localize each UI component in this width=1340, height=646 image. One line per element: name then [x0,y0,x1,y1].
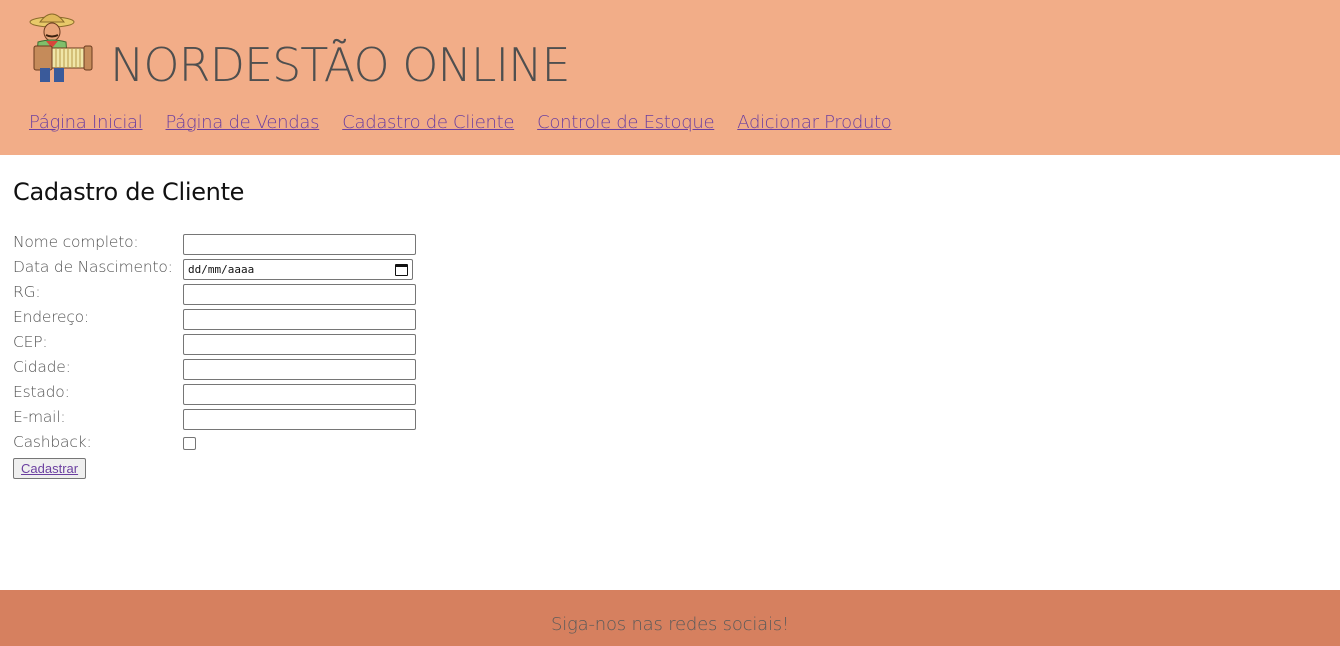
cep-field[interactable] [183,334,416,355]
nome-label: Nome completo: [13,233,139,251]
site-title: NORDESTÃO ONLINE [110,38,571,92]
estado-field[interactable] [183,384,416,405]
main-nav: Página Inicial Página de Vendas Cadastro… [29,112,892,133]
site-footer: Siga-nos nas redes sociais! [0,590,1340,646]
cashback-label: Cashback: [13,433,92,451]
email-label: E-mail: [13,408,66,426]
endereco-label: Endereço: [13,308,89,326]
nome-field[interactable] [183,234,416,255]
data-nascimento-field[interactable]: dd/mm/aaaa [183,259,413,280]
rg-field[interactable] [183,284,416,305]
cep-label: CEP: [13,333,48,351]
cidade-field[interactable] [183,359,416,380]
nav-link-controle-de-estoque[interactable]: Controle de Estoque [537,112,714,133]
estado-label: Estado: [13,383,70,401]
endereco-field[interactable] [183,309,416,330]
nascimento-label: Data de Nascimento: [13,258,173,276]
footer-social-text: Siga-nos nas redes sociais! [550,614,789,635]
page-title: Cadastro de Cliente [13,178,245,206]
nav-link-pagina-inicial[interactable]: Página Inicial [29,112,143,133]
calendar-icon[interactable] [395,263,408,276]
cidade-label: Cidade: [13,358,71,376]
cadastrar-button[interactable]: Cadastrar [13,458,87,479]
accordion-player-logo-icon [29,13,93,82]
email-field[interactable] [183,409,416,430]
nav-link-adicionar-produto[interactable]: Adicionar Produto [737,112,892,133]
cashback-checkbox[interactable] [183,437,196,450]
date-placeholder: dd/mm/aaaa [188,263,255,276]
nav-link-cadastro-de-cliente[interactable]: Cadastro de Cliente [342,112,514,133]
site-header: NORDESTÃO ONLINE Página Inicial Página d… [0,0,1340,155]
rg-label: RG: [13,283,41,301]
nav-link-pagina-de-vendas[interactable]: Página de Vendas [166,112,320,133]
